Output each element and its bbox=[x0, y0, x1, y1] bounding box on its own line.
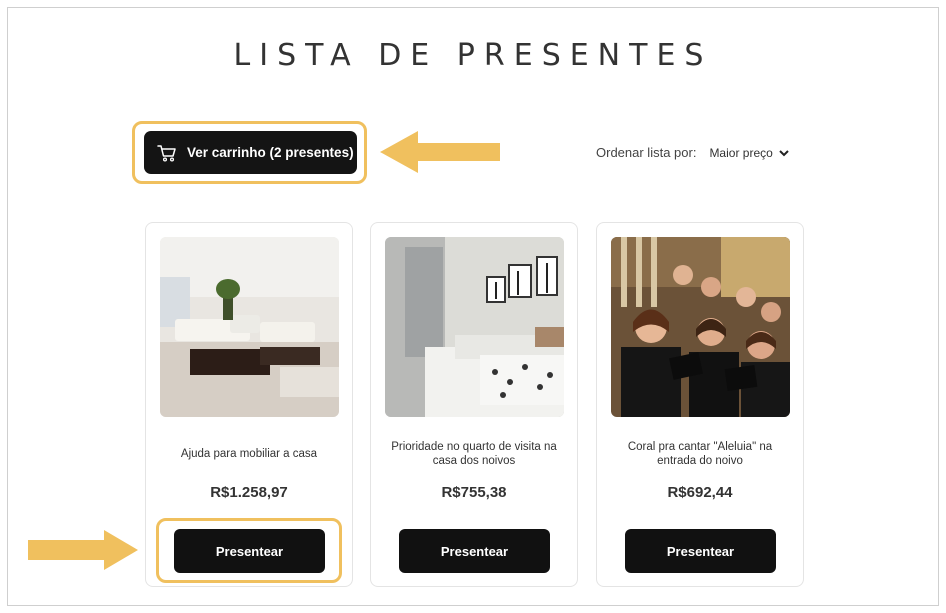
view-cart-button[interactable]: Ver carrinho (2 presentes) bbox=[144, 131, 357, 174]
sort-select[interactable]: Maior preço bbox=[709, 145, 789, 160]
present-button[interactable]: Presentear bbox=[625, 529, 776, 573]
product-image-guest-room bbox=[385, 237, 564, 417]
present-button[interactable]: Presentear bbox=[399, 529, 550, 573]
cart-icon bbox=[157, 144, 177, 162]
chevron-down-icon bbox=[779, 149, 789, 157]
product-card: Coral pra cantar "Aleluia" na entrada do… bbox=[596, 222, 804, 587]
product-title: Coral pra cantar "Aleluia" na entrada do… bbox=[627, 441, 773, 467]
product-title: Prioridade no quarto de visita na casa d… bbox=[391, 441, 557, 467]
arrow-left-annotation bbox=[380, 131, 500, 173]
sort-label: Ordenar lista por: bbox=[596, 145, 697, 160]
product-price: R$755,38 bbox=[441, 484, 507, 501]
present-button-highlight-annotation bbox=[156, 518, 342, 583]
sort-control: Ordenar lista por: Maior preço bbox=[596, 145, 789, 160]
product-card: Prioridade no quarto de visita na casa d… bbox=[370, 222, 578, 587]
product-price: R$692,44 bbox=[667, 484, 733, 501]
product-title: Ajuda para mobiliar a casa bbox=[180, 448, 318, 460]
product-image-living-room bbox=[160, 237, 339, 417]
product-image-choir bbox=[611, 237, 790, 417]
view-cart-label: Ver carrinho (2 presentes) bbox=[187, 145, 354, 160]
page-title: LISTA DE PRESENTES bbox=[233, 38, 713, 73]
sort-selected-value: Maior preço bbox=[709, 145, 773, 160]
arrow-right-annotation bbox=[28, 530, 138, 570]
product-price: R$1.258,97 bbox=[210, 484, 288, 501]
